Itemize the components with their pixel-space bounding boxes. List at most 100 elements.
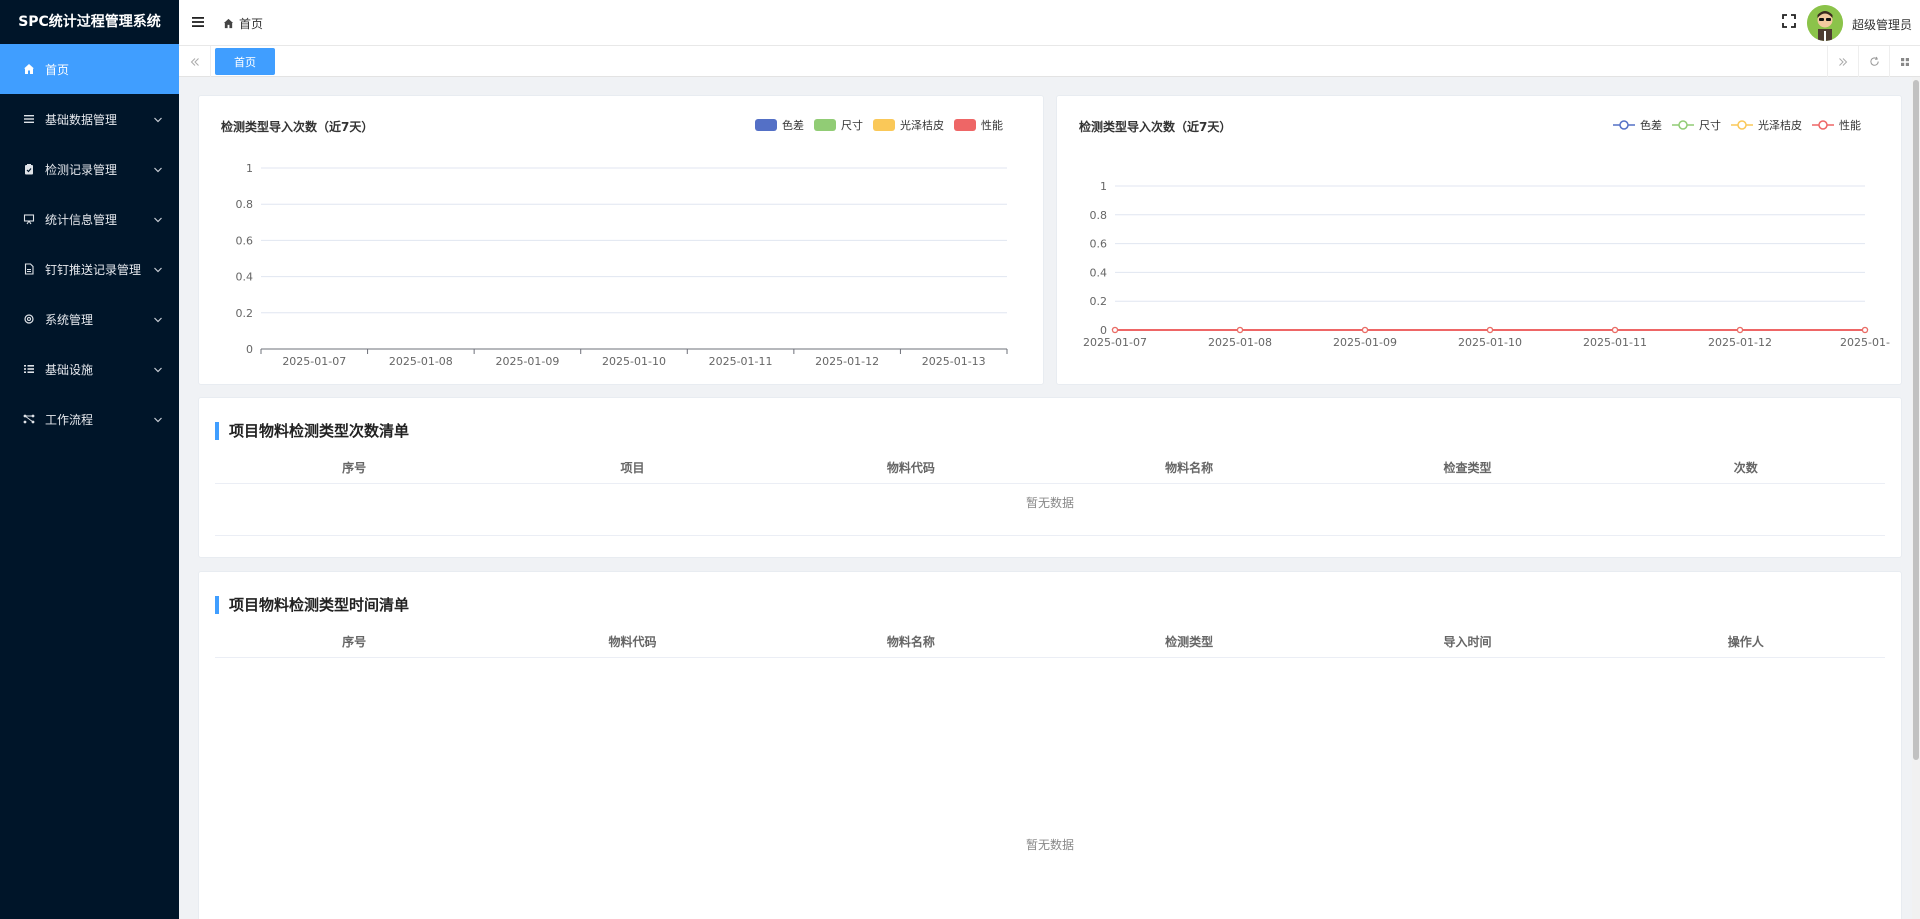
y-tick-label: 0.2 bbox=[1090, 295, 1108, 308]
sidebar-item-system[interactable]: 系统管理 bbox=[0, 294, 179, 344]
y-tick-label: 0.8 bbox=[1090, 209, 1108, 222]
empty-state: 暂无数据 bbox=[215, 836, 1885, 853]
table-card-counts: 项目物料检测类型次数清单 序号 项目 物料代码 物料名称 检查类型 次数 暂无数… bbox=[198, 397, 1902, 558]
app-title: SPC统计过程管理系统 bbox=[18, 14, 161, 30]
sidebar-item-label: 统计信息管理 bbox=[45, 212, 118, 227]
y-tick-label: 0.6 bbox=[236, 234, 254, 247]
empty-text: 暂无数据 bbox=[1025, 838, 1074, 852]
chevron-down-icon bbox=[153, 313, 163, 327]
flow-icon bbox=[22, 412, 36, 426]
home-icon bbox=[223, 18, 234, 29]
y-tick-label: 0.6 bbox=[1090, 238, 1108, 251]
table-header: 序号 物料代码 物料名称 检测类型 导入时间 操作人 bbox=[215, 626, 1885, 658]
section-title-text: 项目物料检测类型次数清单 bbox=[229, 422, 410, 440]
username[interactable]: 超级管理员 bbox=[1852, 16, 1912, 33]
x-tick-label: 2025-01-11 bbox=[709, 355, 773, 368]
sidebar-item-inspection-records[interactable]: 检测记录管理 bbox=[0, 144, 179, 194]
x-tick-label: 2025-01-09 bbox=[495, 355, 559, 368]
column-header[interactable]: 物料名称 bbox=[1050, 459, 1328, 476]
sidebar-item-label: 工作流程 bbox=[45, 412, 94, 427]
line-chart-canvas: 00.20.40.60.812025-01-07 2025-01-08 2025-0… bbox=[1083, 180, 1890, 349]
column-header[interactable]: 序号 bbox=[215, 633, 493, 650]
y-tick-label: 0.8 bbox=[236, 198, 254, 211]
column-header[interactable]: 操作人 bbox=[1607, 633, 1885, 650]
tab-home[interactable]: 首页 bbox=[215, 48, 275, 75]
chevron-down-icon bbox=[153, 263, 163, 277]
column-header[interactable]: 导入时间 bbox=[1328, 633, 1606, 650]
scroll-left-icon[interactable] bbox=[179, 46, 211, 77]
data-point bbox=[1486, 326, 1494, 334]
data-point bbox=[1361, 326, 1369, 334]
empty-state: 暂无数据 bbox=[215, 494, 1885, 536]
x-tick-label: 2025-01- bbox=[1840, 336, 1890, 349]
x-tick-label: 2025-01-10 bbox=[602, 355, 666, 368]
clipboard-icon bbox=[22, 162, 36, 176]
sidebar: SPC统计过程管理系统 首页 基础数据管理 检测记录管理 统计信息管理 钉钉推送… bbox=[0, 0, 179, 919]
section-title: 项目物料检测类型次数清单 bbox=[215, 420, 409, 441]
column-header[interactable]: 检查类型 bbox=[1328, 459, 1606, 476]
section-title-text: 项目物料检测类型时间清单 bbox=[229, 596, 410, 614]
sidebar-item-label: 系统管理 bbox=[45, 312, 94, 327]
data-point bbox=[1736, 326, 1744, 334]
empty-text: 暂无数据 bbox=[1025, 496, 1074, 510]
y-tick-label: 1 bbox=[1100, 180, 1107, 193]
column-header[interactable]: 次数 bbox=[1607, 459, 1885, 476]
chevron-down-icon bbox=[153, 163, 163, 177]
gear-icon bbox=[22, 312, 36, 326]
tags-view: 首页 bbox=[179, 46, 1920, 77]
sidebar-item-infrastructure[interactable]: 基础设施 bbox=[0, 344, 179, 394]
x-tick-label: 2025-01-13 bbox=[922, 355, 986, 368]
sidebar-item-workflow[interactable]: 工作流程 bbox=[0, 394, 179, 444]
x-tick-label: 2025-01-11 bbox=[1583, 336, 1647, 349]
home-icon bbox=[22, 62, 36, 76]
scrollbar-thumb[interactable] bbox=[1913, 80, 1919, 760]
data-point bbox=[1611, 326, 1619, 334]
column-header[interactable]: 检测类型 bbox=[1050, 633, 1328, 650]
sidebar-item-label: 首页 bbox=[45, 62, 70, 77]
y-tick-label: 0 bbox=[246, 343, 253, 356]
x-tick-label: 2025-01-09 bbox=[1333, 336, 1397, 349]
presentation-icon bbox=[22, 212, 36, 226]
sidebar-item-label: 钉钉推送记录管理 bbox=[45, 262, 142, 277]
bullet-list-icon bbox=[22, 362, 36, 376]
column-header[interactable]: 物料名称 bbox=[772, 633, 1050, 650]
x-tick-label: 2025-01-08 bbox=[1208, 336, 1272, 349]
column-header[interactable]: 物料代码 bbox=[493, 633, 771, 650]
sidebar-item-dingtalk-push[interactable]: 钉钉推送记录管理 bbox=[0, 244, 179, 294]
breadcrumb: 首页 bbox=[223, 15, 263, 32]
breadcrumb-item[interactable]: 首页 bbox=[239, 15, 263, 32]
sidebar-item-label: 检测记录管理 bbox=[45, 162, 118, 177]
x-tick-label: 2025-01-12 bbox=[1708, 336, 1772, 349]
table-header: 序号 项目 物料代码 物料名称 检查类型 次数 bbox=[215, 452, 1885, 484]
list-icon bbox=[22, 112, 36, 126]
chevron-down-icon bbox=[153, 113, 163, 127]
title-accent-bar bbox=[215, 421, 219, 440]
y-tick-label: 0.4 bbox=[1090, 266, 1108, 279]
column-header[interactable]: 序号 bbox=[215, 459, 493, 476]
y-tick-label: 0.2 bbox=[236, 307, 254, 320]
data-point bbox=[1111, 326, 1119, 334]
y-tick-label: 0.4 bbox=[236, 271, 254, 284]
title-accent-bar bbox=[215, 595, 219, 614]
refresh-icon[interactable] bbox=[1858, 46, 1889, 77]
section-title: 项目物料检测类型时间清单 bbox=[215, 594, 409, 615]
hamburger-icon[interactable] bbox=[191, 15, 205, 29]
column-header[interactable]: 项目 bbox=[493, 459, 771, 476]
sidebar-item-home[interactable]: 首页 bbox=[0, 44, 179, 94]
scroll-right-icon[interactable] bbox=[1827, 46, 1858, 77]
data-point bbox=[1861, 326, 1869, 334]
sidebar-item-basic-data[interactable]: 基础数据管理 bbox=[0, 94, 179, 144]
sidebar-item-label: 基础数据管理 bbox=[45, 112, 118, 127]
sidebar-item-label: 基础设施 bbox=[45, 362, 94, 377]
chevron-down-icon bbox=[153, 363, 163, 377]
fullscreen-icon[interactable] bbox=[1782, 14, 1796, 28]
y-tick-label: 1 bbox=[246, 162, 253, 175]
avatar[interactable] bbox=[1807, 5, 1843, 41]
document-icon bbox=[22, 262, 36, 276]
grid-menu-icon[interactable] bbox=[1889, 46, 1920, 77]
chevron-down-icon bbox=[153, 213, 163, 227]
column-header[interactable]: 物料代码 bbox=[772, 459, 1050, 476]
x-tick-label: 2025-01-10 bbox=[1458, 336, 1522, 349]
x-tick-label: 2025-01-08 bbox=[389, 355, 453, 368]
sidebar-item-statistics[interactable]: 统计信息管理 bbox=[0, 194, 179, 244]
